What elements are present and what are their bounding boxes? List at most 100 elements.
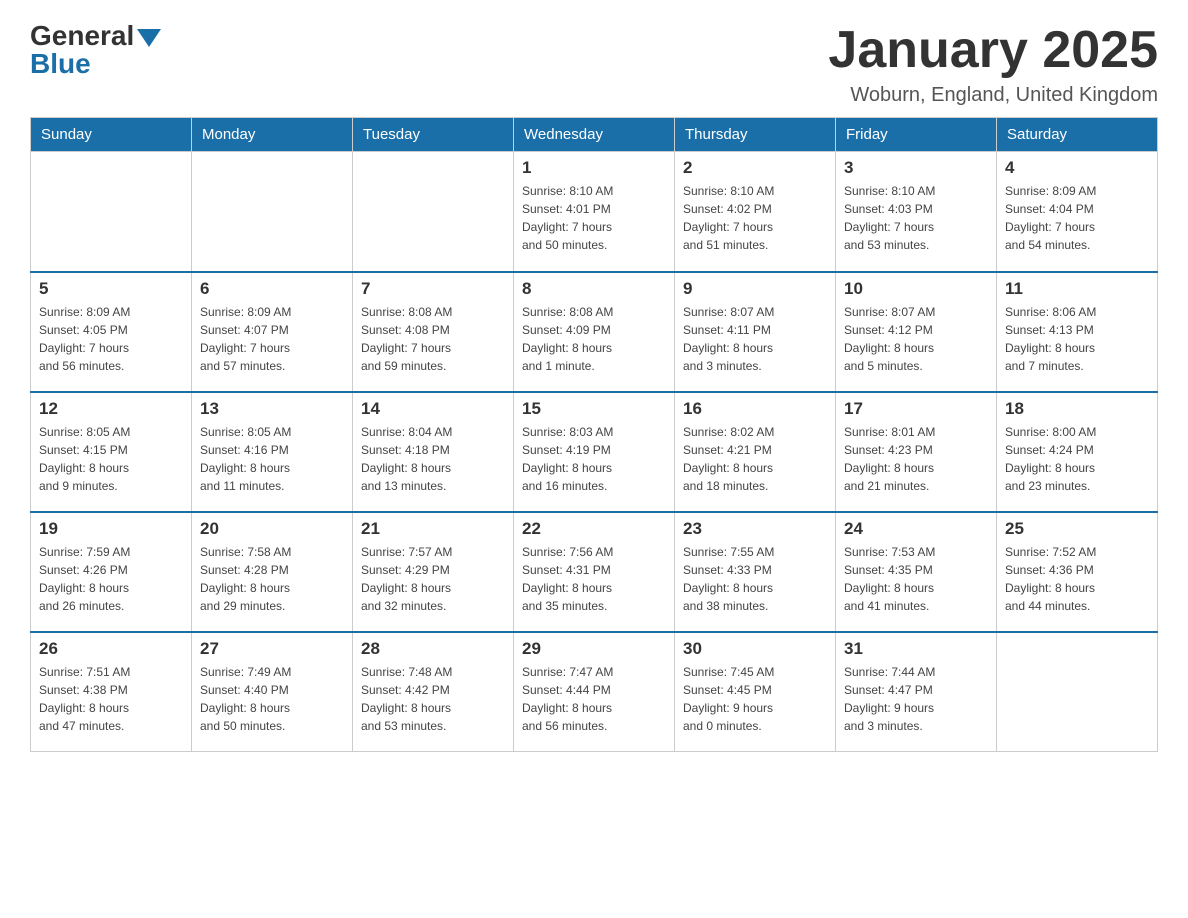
calendar-day-header: Tuesday xyxy=(353,118,514,152)
day-info: Sunrise: 8:05 AM Sunset: 4:15 PM Dayligh… xyxy=(39,423,183,495)
day-info: Sunrise: 7:55 AM Sunset: 4:33 PM Dayligh… xyxy=(683,543,827,615)
calendar-week-row: 12 Sunrise: 8:05 AM Sunset: 4:15 PM Dayli… xyxy=(31,392,1158,512)
day-info: Sunrise: 8:03 AM Sunset: 4:19 PM Dayligh… xyxy=(522,423,666,495)
calendar-day-cell: 8Sunrise: 8:08 AM Sunset: 4:09 PM Daylig… xyxy=(514,272,675,392)
day-info: Sunrise: 7:53 AM Sunset: 4:35 PM Dayligh… xyxy=(844,543,988,615)
day-number: 26 xyxy=(39,639,183,659)
day-info: Sunrise: 8:08 AM Sunset: 4:08 PM Dayligh… xyxy=(361,303,505,375)
calendar-day-cell: 9Sunrise: 8:07 AM Sunset: 4:11 PM Daylig… xyxy=(675,272,836,392)
calendar-day-cell: 12 Sunrise: 8:05 AM Sunset: 4:15 PM Dayli… xyxy=(31,392,192,512)
day-info: Sunrise: 8:10 AM Sunset: 4:01 PM Dayligh… xyxy=(522,182,666,254)
day-number: 30 xyxy=(683,639,827,659)
calendar-table: SundayMondayTuesdayWednesdayThursdayFrid… xyxy=(30,117,1158,752)
day-info: Sunrise: 7:52 AM Sunset: 4:36 PM Dayligh… xyxy=(1005,543,1149,615)
day-info: Sunrise: 7:47 AM Sunset: 4:44 PM Dayligh… xyxy=(522,663,666,735)
day-number: 2 xyxy=(683,158,827,178)
calendar-day-cell: 30 Sunrise: 7:45 AM Sunset: 4:45 PM Dayli… xyxy=(675,632,836,752)
calendar-day-cell: 5 Sunrise: 8:09 AM Sunset: 4:05 PM Daylig… xyxy=(31,272,192,392)
day-number: 25 xyxy=(1005,519,1149,539)
day-info: Sunrise: 7:44 AM Sunset: 4:47 PM Dayligh… xyxy=(844,663,988,735)
day-number: 13 xyxy=(200,399,344,419)
day-info: Sunrise: 8:01 AM Sunset: 4:23 PM Dayligh… xyxy=(844,423,988,495)
calendar-day-cell: 10 Sunrise: 8:07 AM Sunset: 4:12 PM Dayli… xyxy=(836,272,997,392)
day-number: 18 xyxy=(1005,399,1149,419)
calendar-day-cell: 24 Sunrise: 7:53 AM Sunset: 4:35 PM Dayli… xyxy=(836,512,997,632)
calendar-day-cell: 19 Sunrise: 7:59 AM Sunset: 4:26 PM Dayli… xyxy=(31,512,192,632)
calendar-day-cell: 28 Sunrise: 7:48 AM Sunset: 4:42 PM Dayli… xyxy=(353,632,514,752)
calendar-day-cell: 3Sunrise: 8:10 AM Sunset: 4:03 PM Daylig… xyxy=(836,152,997,272)
day-info: Sunrise: 7:49 AM Sunset: 4:40 PM Dayligh… xyxy=(200,663,344,735)
day-number: 21 xyxy=(361,519,505,539)
day-number: 28 xyxy=(361,639,505,659)
calendar-day-header: Sunday xyxy=(31,118,192,152)
day-number: 27 xyxy=(200,639,344,659)
calendar-week-row: 26 Sunrise: 7:51 AM Sunset: 4:38 PM Dayli… xyxy=(31,632,1158,752)
calendar-week-row: 5 Sunrise: 8:09 AM Sunset: 4:05 PM Daylig… xyxy=(31,272,1158,392)
day-number: 14 xyxy=(361,399,505,419)
day-info: Sunrise: 8:09 AM Sunset: 4:05 PM Dayligh… xyxy=(39,303,183,375)
day-info: Sunrise: 8:09 AM Sunset: 4:07 PM Dayligh… xyxy=(200,303,344,375)
calendar-day-header: Friday xyxy=(836,118,997,152)
day-number: 19 xyxy=(39,519,183,539)
day-info: Sunrise: 8:06 AM Sunset: 4:13 PM Dayligh… xyxy=(1005,303,1149,375)
calendar-day-cell: 29Sunrise: 7:47 AM Sunset: 4:44 PM Dayli… xyxy=(514,632,675,752)
day-info: Sunrise: 7:48 AM Sunset: 4:42 PM Dayligh… xyxy=(361,663,505,735)
logo-triangle-icon xyxy=(137,29,161,47)
logo: General Blue xyxy=(30,20,161,80)
calendar-day-cell: 26 Sunrise: 7:51 AM Sunset: 4:38 PM Dayli… xyxy=(31,632,192,752)
calendar-header-row: SundayMondayTuesdayWednesdayThursdayFrid… xyxy=(31,118,1158,152)
calendar-day-cell: 4 Sunrise: 8:09 AM Sunset: 4:04 PM Daylig… xyxy=(997,152,1158,272)
calendar-week-row: 1 Sunrise: 8:10 AM Sunset: 4:01 PM Daylig… xyxy=(31,152,1158,272)
calendar-day-cell: 6Sunrise: 8:09 AM Sunset: 4:07 PM Daylig… xyxy=(192,272,353,392)
calendar-day-cell: 25 Sunrise: 7:52 AM Sunset: 4:36 PM Dayli… xyxy=(997,512,1158,632)
day-number: 22 xyxy=(522,519,666,539)
day-number: 11 xyxy=(1005,279,1149,299)
calendar-day-cell: 22 Sunrise: 7:56 AM Sunset: 4:31 PM Dayli… xyxy=(514,512,675,632)
calendar-day-header: Thursday xyxy=(675,118,836,152)
calendar-day-cell: 31Sunrise: 7:44 AM Sunset: 4:47 PM Dayli… xyxy=(836,632,997,752)
calendar-day-cell: 17 Sunrise: 8:01 AM Sunset: 4:23 PM Dayli… xyxy=(836,392,997,512)
day-number: 1 xyxy=(522,158,666,178)
calendar-day-cell: 15 Sunrise: 8:03 AM Sunset: 4:19 PM Dayli… xyxy=(514,392,675,512)
day-info: Sunrise: 8:00 AM Sunset: 4:24 PM Dayligh… xyxy=(1005,423,1149,495)
day-info: Sunrise: 8:05 AM Sunset: 4:16 PM Dayligh… xyxy=(200,423,344,495)
calendar-day-cell: 7Sunrise: 8:08 AM Sunset: 4:08 PM Daylig… xyxy=(353,272,514,392)
day-number: 4 xyxy=(1005,158,1149,178)
calendar-day-cell: 27 Sunrise: 7:49 AM Sunset: 4:40 PM Dayli… xyxy=(192,632,353,752)
day-info: Sunrise: 8:04 AM Sunset: 4:18 PM Dayligh… xyxy=(361,423,505,495)
day-number: 16 xyxy=(683,399,827,419)
day-number: 20 xyxy=(200,519,344,539)
day-number: 15 xyxy=(522,399,666,419)
day-number: 5 xyxy=(39,279,183,299)
calendar-day-cell xyxy=(192,152,353,272)
calendar-week-row: 19 Sunrise: 7:59 AM Sunset: 4:26 PM Dayli… xyxy=(31,512,1158,632)
title-section: January 2025 Woburn, England, United Kin… xyxy=(828,20,1158,107)
day-info: Sunrise: 7:59 AM Sunset: 4:26 PM Dayligh… xyxy=(39,543,183,615)
day-info: Sunrise: 8:07 AM Sunset: 4:12 PM Dayligh… xyxy=(844,303,988,375)
day-number: 12 xyxy=(39,399,183,419)
month-title: January 2025 xyxy=(828,20,1158,80)
day-info: Sunrise: 7:58 AM Sunset: 4:28 PM Dayligh… xyxy=(200,543,344,615)
day-info: Sunrise: 8:09 AM Sunset: 4:04 PM Dayligh… xyxy=(1005,182,1149,254)
calendar-day-cell: 11 Sunrise: 8:06 AM Sunset: 4:13 PM Dayli… xyxy=(997,272,1158,392)
day-info: Sunrise: 7:51 AM Sunset: 4:38 PM Dayligh… xyxy=(39,663,183,735)
calendar-day-cell: 18 Sunrise: 8:00 AM Sunset: 4:24 PM Dayli… xyxy=(997,392,1158,512)
day-info: Sunrise: 7:45 AM Sunset: 4:45 PM Dayligh… xyxy=(683,663,827,735)
calendar-day-cell: 2 Sunrise: 8:10 AM Sunset: 4:02 PM Daylig… xyxy=(675,152,836,272)
calendar-day-cell xyxy=(353,152,514,272)
day-info: Sunrise: 7:56 AM Sunset: 4:31 PM Dayligh… xyxy=(522,543,666,615)
day-number: 9 xyxy=(683,279,827,299)
logo-blue-text: Blue xyxy=(30,48,91,80)
day-info: Sunrise: 8:08 AM Sunset: 4:09 PM Dayligh… xyxy=(522,303,666,375)
day-info: Sunrise: 8:10 AM Sunset: 4:02 PM Dayligh… xyxy=(683,182,827,254)
calendar-day-header: Saturday xyxy=(997,118,1158,152)
day-number: 23 xyxy=(683,519,827,539)
calendar-day-cell: 16Sunrise: 8:02 AM Sunset: 4:21 PM Dayli… xyxy=(675,392,836,512)
day-number: 17 xyxy=(844,399,988,419)
day-number: 10 xyxy=(844,279,988,299)
calendar-day-cell: 21Sunrise: 7:57 AM Sunset: 4:29 PM Dayli… xyxy=(353,512,514,632)
day-number: 24 xyxy=(844,519,988,539)
calendar-day-cell: 14 Sunrise: 8:04 AM Sunset: 4:18 PM Dayli… xyxy=(353,392,514,512)
calendar-day-cell: 23 Sunrise: 7:55 AM Sunset: 4:33 PM Dayli… xyxy=(675,512,836,632)
calendar-day-cell: 20 Sunrise: 7:58 AM Sunset: 4:28 PM Dayli… xyxy=(192,512,353,632)
